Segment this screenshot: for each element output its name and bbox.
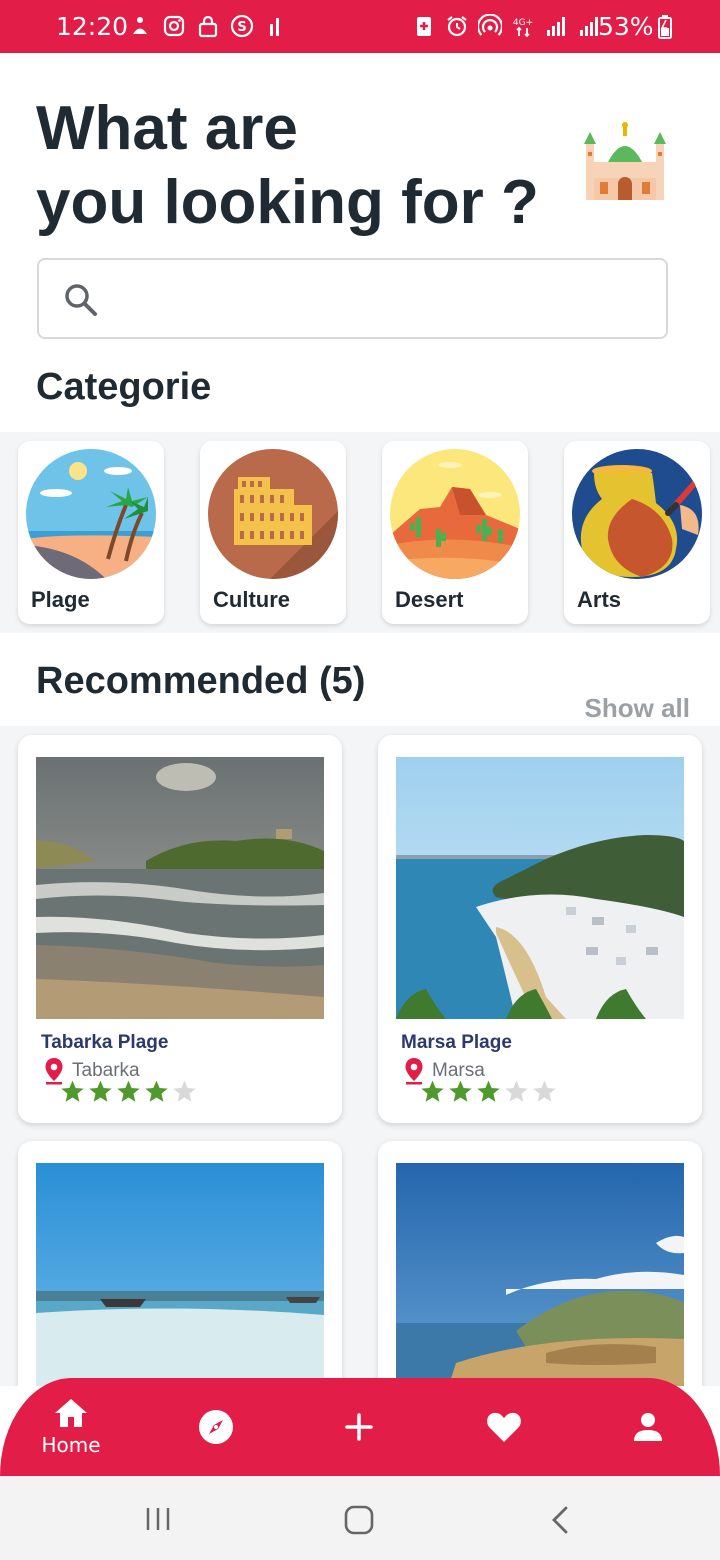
category-label: Plage xyxy=(31,587,90,612)
mosque-icon xyxy=(584,122,666,200)
star-filled-icon xyxy=(477,1080,500,1102)
nav-add[interactable] xyxy=(337,1378,381,1476)
category-card-arts[interactable]: Arts xyxy=(564,441,710,624)
show-all-link[interactable]: Show all xyxy=(585,693,690,724)
app-s-icon: S xyxy=(230,14,254,38)
page-title-line1: What are xyxy=(36,94,298,163)
recommended-card-marsa[interactable]: Marsa Plage Marsa xyxy=(378,735,702,1123)
nav-explore[interactable] xyxy=(194,1378,238,1476)
star-filled-icon xyxy=(117,1080,140,1102)
marsa-beach-photo xyxy=(396,757,684,1019)
recommended-grid: Tabarka Plage Tabarka Marsa Plage Marsa xyxy=(0,726,720,1386)
plus-icon xyxy=(345,1413,373,1441)
search-icon[interactable] xyxy=(63,282,99,318)
hotspot-icon xyxy=(478,14,502,36)
star-filled-icon xyxy=(145,1080,168,1102)
recent-apps-icon[interactable] xyxy=(144,1505,172,1533)
signal-bars-icon xyxy=(270,18,279,36)
star-empty-icon xyxy=(533,1080,556,1102)
instagram-icon xyxy=(163,15,185,37)
nav-favorites[interactable] xyxy=(482,1378,526,1476)
tabarka-beach-photo xyxy=(36,757,324,1019)
bottom-navigation: Home xyxy=(0,1378,720,1476)
recommended-card-3[interactable] xyxy=(18,1141,342,1386)
star-filled-icon xyxy=(61,1080,84,1102)
system-navigation-bar xyxy=(0,1476,720,1560)
home-button-icon[interactable] xyxy=(343,1504,375,1536)
beach-icon xyxy=(26,449,156,579)
recommended-card-tabarka[interactable]: Tabarka Plage Tabarka xyxy=(18,735,342,1123)
colosseum-icon xyxy=(208,449,338,579)
profile-icon xyxy=(634,1413,662,1441)
status-right-icons: 4G+ xyxy=(412,14,601,38)
alarm-icon xyxy=(447,16,467,37)
card-title: Marsa Plage xyxy=(401,1032,512,1053)
back-icon[interactable] xyxy=(548,1505,572,1535)
status-time: 12:20 xyxy=(56,12,129,41)
svg-text:4G+: 4G+ xyxy=(513,18,533,28)
star-filled-icon xyxy=(449,1080,472,1102)
battery-indicator: 53% xyxy=(598,12,672,41)
page-title-line2: you looking for ? xyxy=(36,168,539,237)
battery-percent: 53% xyxy=(598,12,654,41)
pottery-icon xyxy=(572,449,702,579)
heart-icon xyxy=(487,1412,521,1442)
search-input[interactable] xyxy=(119,274,639,324)
coast-photo-4 xyxy=(396,1163,684,1386)
svg-text:S: S xyxy=(237,20,246,35)
lock-icon xyxy=(198,15,218,38)
star-filled-icon xyxy=(421,1080,444,1102)
category-label: Culture xyxy=(213,587,290,612)
category-card-desert[interactable]: Desert xyxy=(382,441,528,624)
search-box[interactable] xyxy=(37,258,668,339)
category-card-plage[interactable]: Plage xyxy=(18,441,164,624)
rating-stars xyxy=(60,1079,197,1104)
status-left-icons: S xyxy=(128,14,288,38)
categories-title: Categorie xyxy=(36,366,212,408)
battery-icon xyxy=(657,14,672,39)
page-title: What are you looking for ? xyxy=(36,92,576,240)
beach-photo-3 xyxy=(36,1163,324,1386)
status-bar: 12:20 S 4G+ 53% xyxy=(0,0,720,53)
card-title: Tabarka Plage xyxy=(41,1032,169,1053)
home-icon xyxy=(55,1399,87,1427)
star-empty-icon xyxy=(173,1080,196,1102)
recommended-card-4[interactable] xyxy=(378,1141,702,1386)
desert-icon xyxy=(390,449,520,579)
star-empty-icon xyxy=(505,1080,528,1102)
nav-home[interactable]: Home xyxy=(30,1378,112,1476)
battery-saver-icon xyxy=(417,17,431,36)
category-card-culture[interactable]: Culture xyxy=(200,441,346,624)
nav-home-label: Home xyxy=(41,1433,101,1457)
rating-stars xyxy=(420,1079,557,1104)
nav-profile[interactable] xyxy=(626,1378,670,1476)
notification-icon xyxy=(133,17,147,34)
star-filled-icon xyxy=(89,1080,112,1102)
cell-signal-1-icon xyxy=(547,17,565,36)
compass-icon xyxy=(199,1410,233,1444)
category-label: Arts xyxy=(577,587,622,612)
category-label: Desert xyxy=(395,587,464,612)
recommended-title: Recommended (5) xyxy=(36,660,366,702)
network-4g-icon: 4G+ xyxy=(513,18,533,38)
